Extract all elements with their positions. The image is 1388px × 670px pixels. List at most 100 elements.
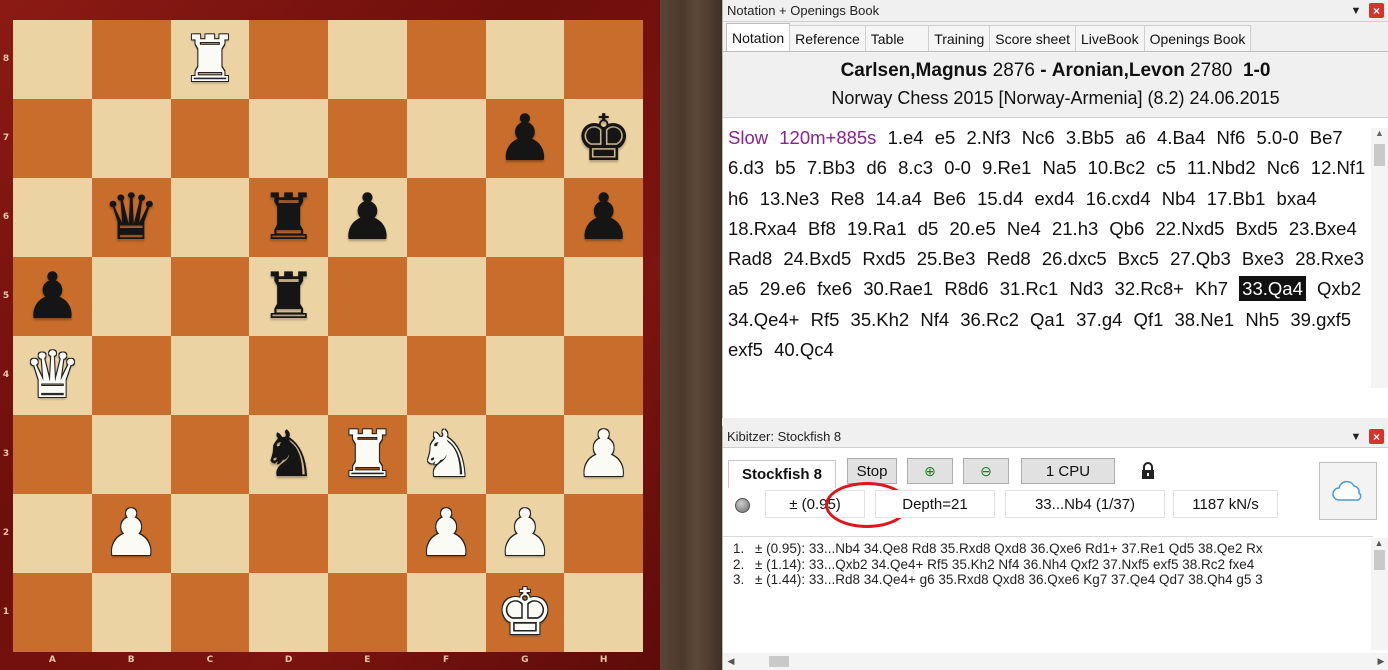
add-line-button[interactable]: ⊕ [907,458,953,484]
square-b8[interactable] [91,20,171,99]
square-c6[interactable] [170,178,250,257]
square-g2[interactable]: ♟ [485,494,565,573]
square-a3[interactable] [13,415,92,494]
white-pawn-icon[interactable]: ♟ [102,502,159,566]
square-d1[interactable] [249,573,328,652]
tab-training[interactable]: Training [928,25,991,51]
square-e4[interactable] [328,336,407,415]
stop-button[interactable]: Stop [847,458,897,484]
tab-table[interactable]: Table [864,25,930,51]
square-c3[interactable] [170,415,250,494]
scroll-thumb[interactable] [1374,144,1385,166]
white-pawn-icon[interactable]: ♟ [417,502,474,566]
square-c7[interactable] [170,99,250,178]
white-rook-icon[interactable]: ♜ [181,28,238,92]
notation-scrollbar[interactable]: ▲ [1371,128,1388,388]
tab-score-sheet[interactable]: Score sheet [989,25,1076,51]
square-g8[interactable] [485,20,565,99]
black-pawn-icon[interactable]: ♟ [496,107,553,171]
square-d6[interactable]: ♜ [249,178,328,257]
white-pawn-icon[interactable]: ♟ [575,423,632,487]
square-f1[interactable] [406,573,486,652]
scroll-up-icon[interactable]: ▲ [1371,128,1388,142]
square-a8[interactable] [13,20,92,99]
square-e5[interactable] [328,257,407,336]
square-h1[interactable] [564,573,643,652]
square-d5[interactable]: ♜ [249,257,328,336]
move-list[interactable]: Slow 120m+885s 1.e4 e5 2.Nf3 Nc6 3.Bb5 a… [723,118,1388,365]
white-rook-icon[interactable]: ♜ [339,423,396,487]
scroll-left-icon[interactable]: ◀ [723,656,739,667]
square-e2[interactable] [328,494,407,573]
white-knight-icon[interactable]: ♞ [417,423,474,487]
square-b3[interactable] [91,415,171,494]
analysis-vertical-scrollbar[interactable]: ▲ [1371,538,1388,650]
square-a2[interactable] [13,494,92,573]
square-f5[interactable] [406,257,486,336]
square-h4[interactable] [564,336,643,415]
square-g1[interactable]: ♚ [485,573,565,652]
close-icon[interactable]: × [1369,429,1384,444]
engine-status-led[interactable] [735,498,750,513]
square-e8[interactable] [328,20,407,99]
square-f3[interactable]: ♞ [406,415,486,494]
square-h3[interactable]: ♟ [564,415,643,494]
square-g5[interactable] [485,257,565,336]
cpu-button[interactable]: 1 CPU [1021,458,1115,484]
black-rook-icon[interactable]: ♜ [260,265,317,329]
square-b5[interactable] [91,257,171,336]
tab-notation[interactable]: Notation [726,23,791,51]
current-move[interactable]: 33.Qa4 [1239,276,1306,302]
square-f7[interactable] [406,99,486,178]
square-h7[interactable]: ♚ [564,99,643,178]
scroll-up-icon[interactable]: ▲ [1371,538,1387,548]
black-rook-icon[interactable]: ♜ [260,186,317,250]
white-king-icon[interactable]: ♚ [496,581,553,645]
square-e6[interactable]: ♟ [328,178,407,257]
square-d3[interactable]: ♞ [249,415,328,494]
square-h2[interactable] [564,494,643,573]
square-a5[interactable]: ♟ [13,257,92,336]
square-a1[interactable] [13,573,92,652]
black-pawn-icon[interactable]: ♟ [339,186,396,250]
black-knight-icon[interactable]: ♞ [260,423,317,487]
square-f8[interactable] [406,20,486,99]
square-b4[interactable] [91,336,171,415]
square-c2[interactable] [170,494,250,573]
square-d4[interactable] [249,336,328,415]
scroll-right-icon[interactable]: ▶ [1373,656,1388,667]
analysis-horizontal-scrollbar[interactable]: ◀ ▶ [723,653,1388,670]
square-h6[interactable]: ♟ [564,178,643,257]
square-g4[interactable] [485,336,565,415]
analysis-line[interactable]: 3. ± (1.44): 33...Rd8 34.Qe4+ g6 35.Rxd8 … [733,572,1373,588]
black-pawn-icon[interactable]: ♟ [24,265,81,329]
white-queen-icon[interactable]: ♛ [24,344,81,408]
square-d8[interactable] [249,20,328,99]
square-b6[interactable]: ♛ [91,178,171,257]
square-d7[interactable] [249,99,328,178]
square-g7[interactable]: ♟ [485,99,565,178]
square-c8[interactable]: ♜ [170,20,250,99]
chess-board[interactable]: ♜ ♟ ♚ ♛ ♜ ♟ ♟ ♟ ♜ ♛ ♞ ♜ ♞ ♟ ♟ ♟ ♟ ♚ [13,20,643,652]
panel-splitter[interactable] [722,418,1388,426]
scroll-thumb[interactable] [769,656,789,667]
square-c5[interactable] [170,257,250,336]
square-d2[interactable] [249,494,328,573]
square-a7[interactable] [13,99,92,178]
lock-icon[interactable] [1141,462,1155,480]
square-f6[interactable] [406,178,486,257]
square-b2[interactable]: ♟ [91,494,171,573]
black-queen-icon[interactable]: ♛ [102,186,159,250]
scroll-thumb[interactable] [1374,550,1385,570]
square-b7[interactable] [91,99,171,178]
black-pawn-icon[interactable]: ♟ [575,186,632,250]
square-f2[interactable]: ♟ [406,494,486,573]
remove-line-button[interactable]: ⊖ [963,458,1009,484]
tab-livebook[interactable]: LiveBook [1075,25,1145,51]
analysis-line[interactable]: 2. ± (1.14): 33...Qxb2 34.Qe4+ Rf5 35.Kh2… [733,557,1373,573]
move-list-area[interactable]: Slow 120m+885s 1.e4 e5 2.Nf3 Nc6 3.Bb5 a… [723,118,1388,401]
square-f4[interactable] [406,336,486,415]
square-e1[interactable] [328,573,407,652]
analysis-line[interactable]: 1. ± (0.95): 33...Nb4 34.Qe8 Rd8 35.Rxd8 … [733,541,1373,557]
square-g3[interactable] [485,415,565,494]
